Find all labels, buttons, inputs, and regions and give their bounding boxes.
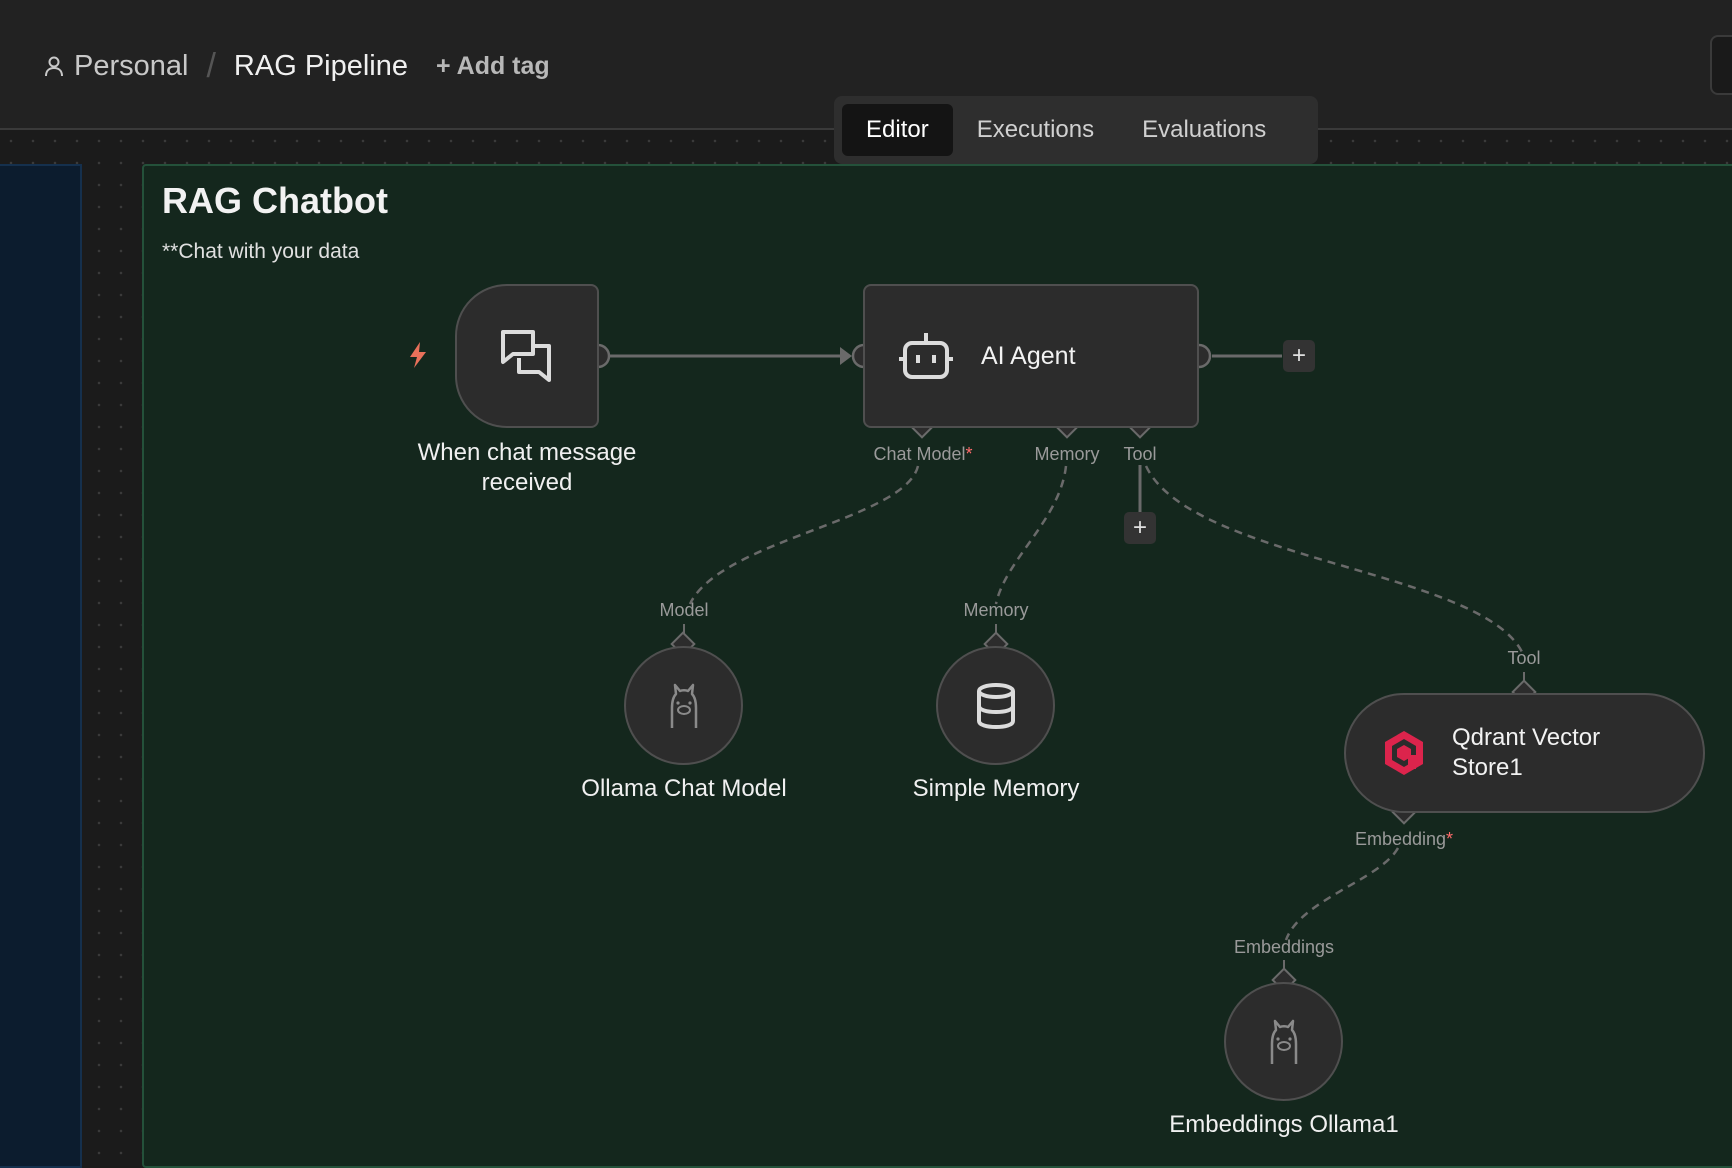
tool-add-node-button[interactable]: + bbox=[1124, 512, 1156, 544]
sticky-note-text: **Chat with your data bbox=[162, 240, 360, 263]
qdrant-icon bbox=[1385, 731, 1423, 775]
tab-executions[interactable]: Executions bbox=[953, 104, 1118, 156]
sticky-note-title: RAG Chatbot bbox=[162, 180, 388, 221]
node-ollama-chat-model[interactable] bbox=[624, 646, 743, 765]
tab-editor[interactable]: Editor bbox=[842, 104, 953, 156]
header-action-button[interactable] bbox=[1710, 35, 1732, 95]
view-tabs: Editor Executions Evaluations bbox=[834, 96, 1318, 164]
port-label-embedding: Embedding* bbox=[1336, 829, 1472, 850]
breadcrumb-personal-label: Personal bbox=[74, 49, 189, 82]
port-label-embedding-text: Embedding bbox=[1354, 829, 1447, 849]
node-qdrant-vector-store[interactable]: Qdrant Vector Store1 bbox=[1344, 693, 1705, 813]
llama-icon bbox=[1270, 1019, 1297, 1064]
port-label-memory: Memory bbox=[1034, 444, 1100, 464]
agent-add-node-button[interactable]: + bbox=[1283, 340, 1315, 372]
node-chat-trigger[interactable] bbox=[455, 284, 599, 428]
breadcrumb-personal[interactable]: Personal bbox=[44, 50, 188, 83]
llama-icon bbox=[670, 683, 697, 728]
sticky-note-left[interactable] bbox=[0, 164, 82, 1168]
node-embeddings-ollama[interactable] bbox=[1224, 982, 1343, 1101]
node-embeddings-ollama-label: Embeddings Ollama1 bbox=[1169, 1111, 1399, 1138]
port-label-chat-model-text: Chat Model bbox=[873, 444, 966, 464]
breadcrumb: Personal / RAG Pipeline + Add tag bbox=[44, 46, 550, 86]
node-qdrant-label-line1: Qdrant Vector bbox=[1452, 724, 1601, 751]
port-label-tool: Tool bbox=[1123, 444, 1157, 464]
node-chat-trigger-label-line2: received bbox=[481, 469, 573, 496]
node-simple-memory[interactable] bbox=[936, 646, 1055, 765]
port-label-model-input: Model bbox=[659, 600, 709, 620]
required-marker: * bbox=[1446, 829, 1454, 849]
node-ollama-chat-model-label: Ollama Chat Model bbox=[581, 775, 787, 802]
node-simple-memory-label: Simple Memory bbox=[912, 775, 1080, 802]
user-icon bbox=[45, 56, 63, 77]
workflow-name[interactable]: RAG Pipeline bbox=[234, 50, 408, 83]
port-label-chat-model: Chat Model* bbox=[858, 444, 988, 465]
node-ai-agent[interactable]: AI Agent bbox=[863, 284, 1199, 428]
node-qdrant-label: Qdrant Vector Store1 bbox=[1452, 723, 1600, 783]
port-label-embeddings-input: Embeddings bbox=[1233, 937, 1335, 957]
required-marker: * bbox=[965, 444, 973, 464]
add-tag-button[interactable]: + Add tag bbox=[436, 52, 550, 81]
breadcrumb-separator: / bbox=[206, 46, 216, 85]
node-chat-trigger-label-line1: When chat message bbox=[417, 439, 637, 466]
node-qdrant-label-line2: Store1 bbox=[1452, 754, 1523, 781]
port-label-memory-input: Memory bbox=[963, 600, 1029, 620]
port-label-tool-input: Tool bbox=[1507, 648, 1541, 668]
chat-bubbles-icon bbox=[501, 330, 551, 382]
tab-evaluations[interactable]: Evaluations bbox=[1118, 104, 1290, 156]
robot-icon bbox=[899, 333, 953, 379]
trigger-bolt-icon bbox=[410, 342, 426, 368]
node-ai-agent-label: AI Agent bbox=[981, 341, 1076, 370]
database-icon bbox=[976, 682, 1015, 729]
node-chat-trigger-label: When chat message received bbox=[380, 438, 674, 498]
